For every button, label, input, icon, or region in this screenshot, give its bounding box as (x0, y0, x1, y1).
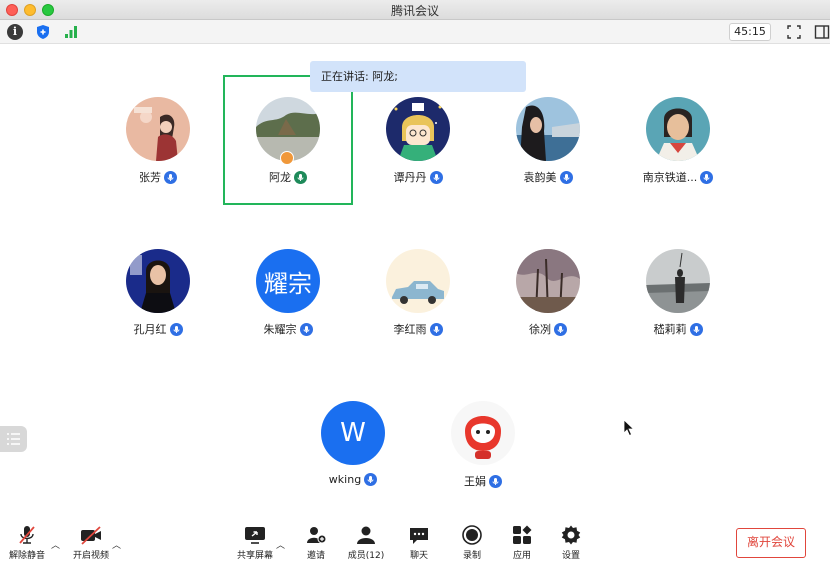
participant-name: 嵇莉莉 (613, 321, 743, 337)
members-button[interactable]: 成员(12) (343, 524, 389, 561)
participant-name: 孔月红 (93, 321, 223, 337)
settings-button[interactable]: 设置 (548, 524, 594, 561)
avatar: W (321, 401, 385, 465)
participant-tile[interactable]: 徐冽 (483, 249, 613, 359)
mic-icon (429, 322, 443, 336)
mic-icon (169, 322, 183, 336)
bottom-control-bar: 解除静音 ︿ 开启视频 ︿ 共享屏幕 ︿ 邀请 成员(12) 聊天 录制 应用 … (0, 518, 830, 566)
list-icon (7, 433, 20, 445)
mic-icon (554, 322, 567, 336)
gear-icon (561, 525, 581, 545)
avatar (386, 97, 450, 161)
leave-meeting-button[interactable]: 离开会议 (736, 528, 806, 558)
record-icon (462, 525, 482, 545)
participant-name: 王娟 (418, 473, 548, 489)
mic-icon (299, 322, 313, 336)
participant-tile[interactable]: 张芳 (93, 97, 223, 207)
members-icon (357, 526, 375, 544)
mic-icon (164, 170, 177, 184)
participant-tile[interactable]: 耀宗 朱耀宗 (223, 249, 353, 359)
participant-tile[interactable]: 阿龙 (223, 97, 353, 207)
participant-name: 谭丹丹 (353, 169, 483, 185)
add-user-icon (307, 527, 327, 544)
window-title: 腾讯会议 (390, 4, 439, 18)
invite-button[interactable]: 邀请 (293, 524, 339, 561)
participant-tile[interactable]: 嵇莉莉 (613, 249, 743, 359)
record-button[interactable]: 录制 (449, 524, 495, 561)
info-icon[interactable]: i (7, 24, 23, 40)
avatar: 耀宗 (256, 249, 320, 313)
share-options-chevron-icon[interactable]: ︿ (276, 538, 285, 551)
participant-name: 南京铁道... (613, 169, 743, 185)
start-video-button[interactable]: 开启视频 (68, 524, 114, 561)
unmute-button[interactable]: 解除静音 (4, 524, 50, 561)
list-view-toggle[interactable] (0, 426, 27, 452)
mic-muted-icon (19, 526, 35, 544)
mic-icon (364, 472, 378, 486)
avatar (126, 249, 190, 313)
participant-tile[interactable]: 谭丹丹 (353, 97, 483, 207)
participant-name: 阿龙 (223, 169, 353, 185)
chat-button[interactable]: 聊天 (396, 524, 442, 561)
avatar (386, 249, 450, 313)
mouse-cursor-icon (623, 419, 635, 437)
participant-name: 徐冽 (483, 321, 613, 337)
avatar (451, 401, 515, 465)
title-bar: 腾讯会议 (0, 0, 830, 20)
apps-button[interactable]: 应用 (499, 524, 545, 561)
meeting-window: 腾讯会议 i 45:15 正在讲话: 阿龙; 张芳 阿龙 谭丹丹 袁韵美 南京铁… (0, 0, 830, 566)
apps-icon (513, 525, 532, 544)
avatar (126, 97, 190, 161)
participant-tile[interactable]: 王娟 (418, 401, 548, 511)
participant-name: wking (288, 472, 418, 487)
top-toolbar: i 45:15 (0, 20, 830, 44)
fullscreen-icon[interactable] (786, 24, 802, 40)
mic-icon (429, 170, 443, 184)
participant-tile[interactable]: 李红雨 (353, 249, 483, 359)
avatar (646, 249, 710, 313)
mic-icon (689, 322, 703, 336)
mic-icon (489, 474, 502, 488)
video-options-chevron-icon[interactable]: ︿ (112, 538, 121, 551)
host-badge-icon (280, 151, 294, 165)
participant-name: 张芳 (93, 169, 223, 185)
chat-icon (410, 528, 428, 544)
avatar (646, 97, 710, 161)
participant-tile[interactable]: 孔月红 (93, 249, 223, 359)
participant-tile[interactable]: 袁韵美 (483, 97, 613, 207)
participant-tile[interactable]: 南京铁道... (613, 97, 743, 207)
speaking-banner: 正在讲话: 阿龙; (310, 61, 526, 92)
participant-name: 朱耀宗 (223, 321, 353, 337)
share-screen-icon (245, 527, 265, 544)
participant-tile[interactable]: W wking (288, 401, 418, 511)
participant-name: 袁韵美 (483, 169, 613, 185)
video-off-icon (81, 526, 101, 545)
mic-speaking-icon (294, 170, 307, 184)
share-screen-button[interactable]: 共享屏幕 (232, 524, 278, 561)
avatar (516, 249, 580, 313)
network-signal-icon[interactable] (63, 24, 79, 40)
security-shield-icon[interactable] (35, 24, 51, 40)
audio-options-chevron-icon[interactable]: ︿ (51, 538, 60, 551)
mic-icon (700, 170, 714, 184)
sidebar-toggle-icon[interactable] (814, 24, 830, 40)
avatar (516, 97, 580, 161)
mic-icon (559, 170, 573, 184)
participant-name: 李红雨 (353, 321, 483, 337)
meeting-timer: 45:15 (729, 23, 771, 41)
